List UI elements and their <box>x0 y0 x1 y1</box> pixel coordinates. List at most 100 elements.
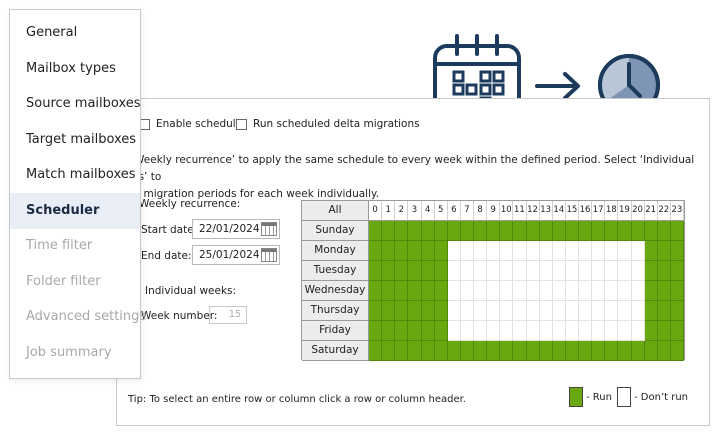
schedule-cell-tuesday-23[interactable] <box>670 261 684 281</box>
start-date-calendar-icon[interactable] <box>261 222 277 236</box>
schedule-cell-thursday-14[interactable] <box>552 301 566 321</box>
schedule-cell-monday-1[interactable] <box>382 241 396 261</box>
schedule-cell-saturday-10[interactable] <box>500 341 514 361</box>
schedule-cell-friday-15[interactable] <box>565 321 579 341</box>
delta-migrations-checkbox[interactable] <box>236 118 247 130</box>
schedule-cell-thursday-20[interactable] <box>631 301 645 321</box>
schedule-cell-wednesday-14[interactable] <box>552 281 566 301</box>
day-header-friday[interactable]: Friday <box>302 321 369 341</box>
schedule-cell-wednesday-7[interactable] <box>460 281 474 301</box>
schedule-cell-saturday-4[interactable] <box>421 341 435 361</box>
schedule-cell-saturday-18[interactable] <box>605 341 619 361</box>
schedule-cell-friday-2[interactable] <box>395 321 409 341</box>
schedule-cell-saturday-9[interactable] <box>487 341 501 361</box>
schedule-cell-wednesday-0[interactable] <box>369 281 383 301</box>
schedule-cell-friday-16[interactable] <box>579 321 593 341</box>
schedule-cell-tuesday-5[interactable] <box>434 261 448 281</box>
schedule-cell-wednesday-6[interactable] <box>447 281 461 301</box>
schedule-cell-friday-21[interactable] <box>644 321 658 341</box>
schedule-cell-wednesday-23[interactable] <box>670 281 684 301</box>
hour-header-16[interactable]: 16 <box>579 201 593 221</box>
schedule-cell-thursday-0[interactable] <box>369 301 383 321</box>
schedule-cell-thursday-22[interactable] <box>657 301 671 321</box>
schedule-cell-friday-3[interactable] <box>408 321 422 341</box>
schedule-cell-sunday-5[interactable] <box>434 221 448 241</box>
schedule-cell-friday-0[interactable] <box>369 321 383 341</box>
schedule-cell-wednesday-21[interactable] <box>644 281 658 301</box>
schedule-cell-monday-10[interactable] <box>500 241 514 261</box>
schedule-cell-saturday-12[interactable] <box>526 341 540 361</box>
schedule-cell-sunday-17[interactable] <box>592 221 606 241</box>
schedule-cell-thursday-13[interactable] <box>539 301 553 321</box>
select-all-header[interactable]: All <box>302 201 369 221</box>
schedule-cell-saturday-23[interactable] <box>670 341 684 361</box>
day-header-sunday[interactable]: Sunday <box>302 221 369 241</box>
schedule-cell-thursday-11[interactable] <box>513 301 527 321</box>
schedule-cell-tuesday-18[interactable] <box>605 261 619 281</box>
schedule-cell-wednesday-22[interactable] <box>657 281 671 301</box>
schedule-cell-monday-9[interactable] <box>487 241 501 261</box>
schedule-cell-wednesday-1[interactable] <box>382 281 396 301</box>
schedule-cell-wednesday-13[interactable] <box>539 281 553 301</box>
schedule-cell-saturday-11[interactable] <box>513 341 527 361</box>
day-header-saturday[interactable]: Saturday <box>302 341 369 361</box>
schedule-cell-wednesday-20[interactable] <box>631 281 645 301</box>
schedule-cell-thursday-21[interactable] <box>644 301 658 321</box>
schedule-cell-thursday-7[interactable] <box>460 301 474 321</box>
hour-header-15[interactable]: 15 <box>565 201 579 221</box>
schedule-cell-tuesday-12[interactable] <box>526 261 540 281</box>
schedule-cell-sunday-12[interactable] <box>526 221 540 241</box>
hour-header-22[interactable]: 22 <box>657 201 671 221</box>
schedule-cell-sunday-21[interactable] <box>644 221 658 241</box>
schedule-cell-wednesday-15[interactable] <box>565 281 579 301</box>
schedule-cell-monday-22[interactable] <box>657 241 671 261</box>
schedule-cell-monday-8[interactable] <box>474 241 488 261</box>
schedule-cell-tuesday-17[interactable] <box>592 261 606 281</box>
schedule-cell-tuesday-15[interactable] <box>565 261 579 281</box>
schedule-cell-tuesday-16[interactable] <box>579 261 593 281</box>
schedule-cell-tuesday-3[interactable] <box>408 261 422 281</box>
schedule-cell-friday-13[interactable] <box>539 321 553 341</box>
schedule-cell-monday-7[interactable] <box>460 241 474 261</box>
schedule-cell-thursday-6[interactable] <box>447 301 461 321</box>
hour-header-21[interactable]: 21 <box>644 201 658 221</box>
schedule-cell-thursday-4[interactable] <box>421 301 435 321</box>
hour-header-12[interactable]: 12 <box>526 201 540 221</box>
schedule-cell-tuesday-7[interactable] <box>460 261 474 281</box>
day-header-monday[interactable]: Monday <box>302 241 369 261</box>
sidebar-item-general[interactable]: General <box>10 15 140 51</box>
schedule-cell-saturday-3[interactable] <box>408 341 422 361</box>
schedule-cell-thursday-8[interactable] <box>474 301 488 321</box>
schedule-cell-monday-12[interactable] <box>526 241 540 261</box>
schedule-cell-tuesday-0[interactable] <box>369 261 383 281</box>
schedule-cell-saturday-15[interactable] <box>565 341 579 361</box>
schedule-cell-friday-1[interactable] <box>382 321 396 341</box>
hour-header-14[interactable]: 14 <box>552 201 566 221</box>
hour-header-11[interactable]: 11 <box>513 201 527 221</box>
schedule-cell-wednesday-5[interactable] <box>434 281 448 301</box>
end-date-field[interactable]: 25/01/2024 <box>192 245 280 265</box>
day-header-wednesday[interactable]: Wednesday <box>302 281 369 301</box>
schedule-cell-monday-6[interactable] <box>447 241 461 261</box>
schedule-cell-sunday-6[interactable] <box>447 221 461 241</box>
schedule-cell-sunday-23[interactable] <box>670 221 684 241</box>
hour-header-9[interactable]: 9 <box>487 201 501 221</box>
hour-header-4[interactable]: 4 <box>421 201 435 221</box>
schedule-cell-saturday-22[interactable] <box>657 341 671 361</box>
schedule-cell-sunday-7[interactable] <box>460 221 474 241</box>
schedule-cell-thursday-23[interactable] <box>670 301 684 321</box>
schedule-cell-saturday-6[interactable] <box>447 341 461 361</box>
schedule-cell-friday-9[interactable] <box>487 321 501 341</box>
schedule-cell-wednesday-4[interactable] <box>421 281 435 301</box>
hour-header-20[interactable]: 20 <box>631 201 645 221</box>
schedule-cell-wednesday-11[interactable] <box>513 281 527 301</box>
schedule-cell-wednesday-12[interactable] <box>526 281 540 301</box>
schedule-cell-wednesday-9[interactable] <box>487 281 501 301</box>
schedule-cell-monday-19[interactable] <box>618 241 632 261</box>
sidebar-item-target-mailboxes[interactable]: Target mailboxes <box>10 122 140 158</box>
schedule-cell-saturday-20[interactable] <box>631 341 645 361</box>
sidebar-item-scheduler[interactable]: Scheduler <box>10 192 140 229</box>
schedule-cell-friday-11[interactable] <box>513 321 527 341</box>
schedule-cell-friday-22[interactable] <box>657 321 671 341</box>
schedule-cell-tuesday-8[interactable] <box>474 261 488 281</box>
